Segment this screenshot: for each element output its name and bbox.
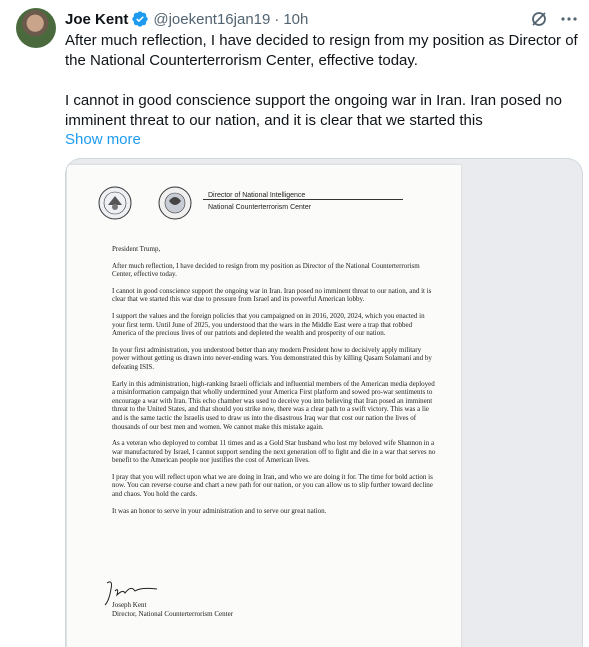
letter-paragraph: After much reflection, I have decided to… [112,261,420,279]
letter-paragraph: I pray that you will reflect upon what w… [112,472,433,499]
tweet-header: Joe Kent @joekent16jan19 · 10h [65,8,579,30]
nctc-seal-icon [157,185,193,221]
letterhead-line2: National Counterterrorism Center [208,204,312,211]
more-dots-icon[interactable] [559,9,579,29]
letter-signature-block: Joseph Kent Director, National Counterte… [112,601,233,618]
author-avatar[interactable] [16,8,56,48]
letter-salutation: President Trump, [112,245,161,253]
author-name[interactable]: Joe Kent [65,11,128,28]
letter-paragraph: In your first administration, you unders… [112,345,432,371]
letter-paragraph: As a veteran who deployed to combat 11 t… [112,439,436,465]
show-more-link[interactable]: Show more [65,131,141,148]
verified-badge-icon [131,10,149,28]
tweet-timestamp[interactable]: 10h [283,11,308,28]
letter-body: President Trump, After much reflection, … [112,245,437,523]
author-handle[interactable]: @joekent16jan19 [153,11,270,28]
signer-title: Director, National Counterterrorism Cent… [112,609,234,618]
tweet-media-image[interactable]: Director of National Intelligence Nation… [65,158,583,647]
tweet-paragraph-1: After much reflection, I have decided to… [65,32,578,69]
letter-paragraph: I support the values and the foreign pol… [112,311,425,338]
letterhead-line1: Director of National Intelligence [208,192,306,199]
resignation-letter: Director of National Intelligence Nation… [67,165,461,647]
letter-paragraph: Early in this administration, high-ranki… [112,379,435,431]
odni-seal-icon [97,185,133,221]
tweet-paragraph-2: I cannot in good conscience support the … [65,92,562,129]
letter-paragraph: It was an honor to serve in your adminis… [112,506,327,515]
signer-name: Joseph Kent [112,601,147,609]
letter-paragraph: I cannot in good conscience support the … [112,286,432,304]
separator-dot: · [274,10,280,28]
grok-icon[interactable] [529,9,549,29]
tweet-text: After much reflection, I have decided to… [65,31,580,131]
letterhead-rule [203,199,403,200]
